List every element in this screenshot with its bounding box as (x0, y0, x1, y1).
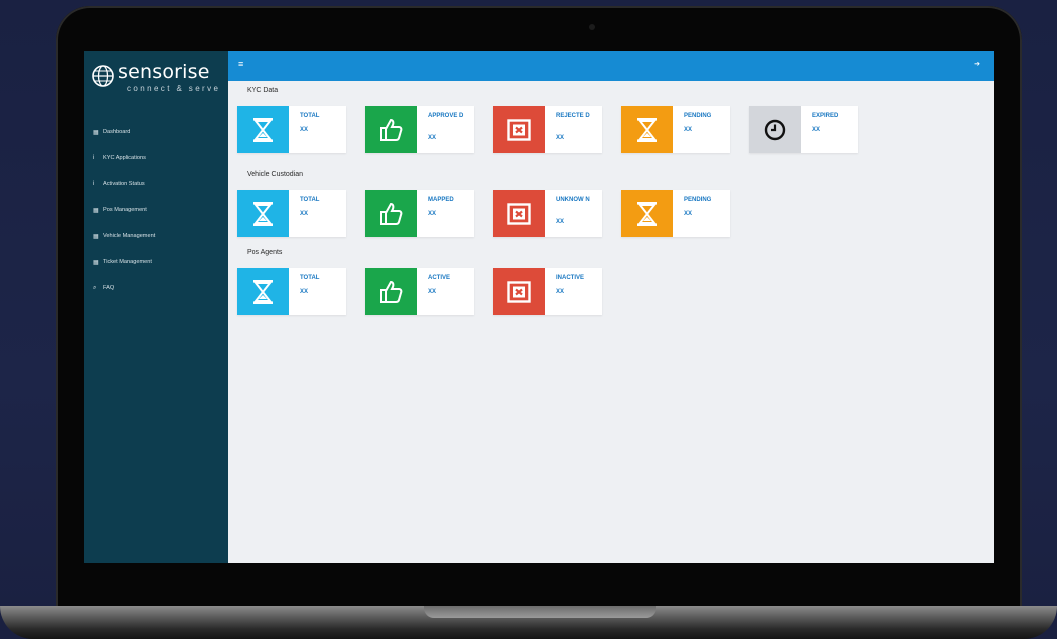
sidebar-item-ticket-management[interactable]: ▦ Ticket Management (84, 249, 228, 275)
card-value: XX (556, 289, 565, 295)
calendar-icon: ▦ (93, 233, 99, 240)
vehicle-total-card[interactable]: TOTAL XX (237, 190, 346, 237)
thumbs-up-icon (380, 202, 403, 225)
thumbs-up-icon (380, 280, 403, 303)
calendar-icon: ▦ (93, 207, 99, 214)
logo-name: sensorise (118, 61, 210, 83)
kyc-expired-card[interactable]: EXPIRED XX (749, 106, 858, 153)
hourglass-icon (637, 117, 657, 142)
card-label: PENDING (684, 197, 712, 203)
search-icon: ⌕ (93, 284, 97, 291)
sidebar-item-pos-management[interactable]: ▦ Pos Management (84, 197, 228, 223)
hourglass-icon (253, 201, 273, 226)
kyc-pending-card[interactable]: PENDING XX (621, 106, 730, 153)
kyc-total-card[interactable]: TOTAL XX (237, 106, 346, 153)
card-label: ACTIVE (428, 275, 451, 281)
sidebar-item-activation-status[interactable]: i Activation Status (84, 171, 228, 197)
sidebar-item-dashboard[interactable]: ▦ Dashboard (84, 119, 228, 145)
card-value: XX (300, 211, 309, 217)
sidebar-item-kyc-applications[interactable]: i KYC Applications (84, 145, 228, 171)
kyc-rejected-card[interactable]: REJECTE D XX (493, 106, 602, 153)
sidebar-nav: ▦ Dashboard i KYC Applications i Activat… (84, 119, 228, 301)
clock-icon (764, 119, 786, 140)
sign-out-icon[interactable]: ➔ (974, 60, 980, 68)
sidebar-item-label: Vehicle Management (103, 233, 156, 239)
card-label: TOTAL (300, 197, 320, 203)
section-title-pos: Pos Agents (247, 249, 283, 256)
card-label: UNKNOW N (556, 197, 590, 203)
calendar-icon: ▦ (93, 259, 99, 266)
info-icon: i (93, 155, 95, 161)
card-label: INACTIVE (556, 275, 585, 281)
card-label: REJECTE D (556, 113, 590, 119)
section-title-kyc: KYC Data (247, 87, 279, 94)
card-value: XX (684, 211, 693, 217)
kyc-approved-card[interactable]: APPROVE D XX (365, 106, 474, 153)
calendar-icon: ▦ (93, 129, 99, 136)
sidebar-item-label: FAQ (103, 285, 115, 291)
hamburger-icon[interactable]: ≡ (238, 59, 243, 69)
laptop-hinge-notch (424, 606, 656, 618)
card-value: XX (428, 135, 437, 141)
logo-tagline: connect & serve (127, 84, 221, 93)
sidebar-item-label: Dashboard (103, 129, 131, 135)
sidebar-item-vehicle-management[interactable]: ▦ Vehicle Management (84, 223, 228, 249)
vehicle-mapped-card[interactable]: MAPPED XX (365, 190, 474, 237)
webcam (589, 24, 595, 30)
card-value: XX (556, 135, 565, 141)
sidebar: sensorise connect & serve ▦ Dashboard i … (84, 51, 228, 563)
card-label: MAPPED (428, 197, 454, 203)
brand-logo[interactable]: sensorise connect & serve (92, 61, 224, 93)
sidebar-item-label: KYC Applications (103, 155, 146, 161)
card-label: TOTAL (300, 275, 320, 281)
hourglass-icon (253, 279, 273, 304)
laptop-screen: sensorise connect & serve ▦ Dashboard i … (84, 51, 994, 563)
card-value: XX (812, 127, 821, 133)
card-label: EXPIRED (812, 113, 839, 119)
main-content: KYC Data TOTAL XX APPROVE D XX REJECTE D… (228, 81, 994, 563)
vehicle-unknown-card[interactable]: UNKNOW N XX (493, 190, 602, 237)
globe-icon (92, 65, 114, 87)
card-value: XX (556, 219, 565, 225)
sidebar-item-label: Ticket Management (103, 259, 152, 265)
close-box-icon (507, 280, 531, 303)
card-value: XX (428, 211, 437, 217)
card-value: XX (428, 289, 437, 295)
thumbs-up-icon (380, 118, 403, 141)
card-value: XX (684, 127, 693, 133)
pos-active-card[interactable]: ACTIVE XX (365, 268, 474, 315)
card-label: APPROVE D (428, 113, 464, 119)
card-label: TOTAL (300, 113, 320, 119)
info-icon: i (93, 181, 95, 187)
sidebar-item-label: Activation Status (103, 181, 145, 187)
vehicle-pending-card[interactable]: PENDING XX (621, 190, 730, 237)
pos-inactive-card[interactable]: INACTIVE XX (493, 268, 602, 315)
section-title-vehicle: Vehicle Custodian (247, 171, 304, 178)
top-bar: ≡ ➔ (228, 51, 994, 81)
pos-total-card[interactable]: TOTAL XX (237, 268, 346, 315)
card-value: XX (300, 127, 309, 133)
close-box-icon (507, 202, 531, 225)
card-value: XX (300, 289, 309, 295)
close-box-icon (507, 118, 531, 141)
sidebar-item-label: Pos Management (103, 207, 147, 213)
card-label: PENDING (684, 113, 712, 119)
hourglass-icon (253, 117, 273, 142)
hourglass-icon (637, 201, 657, 226)
sidebar-item-faq[interactable]: ⌕ FAQ (84, 275, 228, 301)
